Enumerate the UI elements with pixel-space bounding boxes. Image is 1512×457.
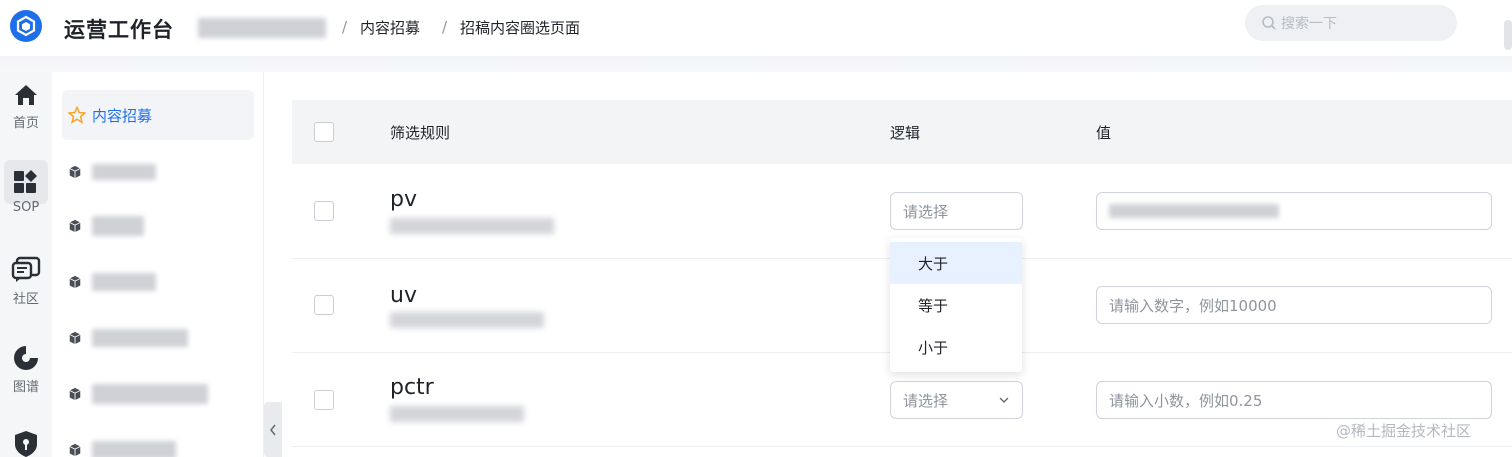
logic-select[interactable]: 请选择 (890, 192, 1023, 230)
home-icon (15, 85, 37, 105)
breadcrumb-separator: / (442, 18, 448, 36)
dropdown-option-equal[interactable]: 等于 (890, 284, 1022, 326)
dropdown-option-less-than[interactable]: 小于 (890, 326, 1022, 368)
cube-icon (69, 387, 81, 401)
breadcrumb-redacted (198, 18, 326, 38)
row-checkbox[interactable] (314, 390, 334, 410)
chevron-down-icon (999, 397, 1009, 403)
sidebar-item-redacted (92, 164, 156, 180)
value-input-redacted (1109, 204, 1279, 218)
sidebar-item-redacted (92, 441, 176, 457)
column-header-logic: 逻辑 (890, 124, 921, 142)
row-checkbox[interactable] (314, 201, 334, 221)
rail-label-sop: SOP (12, 200, 40, 215)
row-divider (292, 446, 1512, 447)
sidebar-item-label: 内容招募 (92, 106, 153, 125)
sidebar-item-redacted (92, 384, 208, 404)
row-checkbox[interactable] (314, 295, 334, 315)
logic-select-placeholder: 请选择 (903, 391, 949, 410)
rail-item-sop[interactable]: SOP (0, 168, 52, 215)
search-placeholder: 搜索一下 (1281, 16, 1337, 32)
breadcrumb-separator: / (342, 18, 348, 36)
rail-item-graph[interactable]: 图谱 (0, 344, 52, 395)
sidebar-collapse-button[interactable] (264, 402, 282, 457)
cube-icon (69, 219, 81, 233)
sidebar-item[interactable] (68, 438, 176, 457)
shield-icon (15, 431, 37, 457)
sop-widgets-icon (14, 170, 37, 193)
dropdown-option-greater-than[interactable]: 大于 (890, 242, 1022, 284)
cube-icon (69, 275, 81, 289)
rail-item-security[interactable] (0, 430, 52, 457)
rule-name: pctr (390, 375, 434, 400)
logic-select[interactable]: 请选择 (890, 381, 1023, 419)
dropdown-option-label: 等于 (918, 296, 949, 315)
rail-label-home: 首页 (12, 116, 39, 131)
sidebar-item-content-recruit[interactable]: 内容招募 (68, 103, 152, 127)
breadcrumb-item-current-page: 招稿内容圈选页面 (460, 19, 581, 37)
sidebar-item-redacted (92, 273, 156, 291)
dropdown-option-label: 小于 (918, 338, 949, 357)
search-input[interactable]: 搜索一下 (1245, 5, 1457, 41)
sidebar-item[interactable] (68, 270, 156, 294)
breadcrumb-item-content-recruit[interactable]: 内容招募 (360, 17, 420, 38)
rule-description-redacted (390, 218, 554, 234)
sidebar-item-redacted (92, 216, 144, 236)
rail-label-graph: 图谱 (12, 380, 39, 395)
rail-item-community[interactable]: 社区 (0, 256, 52, 307)
sidebar-item-redacted (92, 329, 188, 347)
sidebar-item[interactable] (68, 160, 156, 184)
header-divider (0, 56, 1512, 72)
cube-icon (69, 443, 81, 457)
sidebar-item[interactable] (68, 214, 144, 238)
logic-dropdown-menu: 大于 等于 小于 (890, 238, 1022, 372)
community-chat-icon (11, 256, 41, 282)
chevron-left-icon (270, 424, 276, 435)
graph-icon (14, 346, 38, 370)
app-title: 运营工作台 (64, 18, 174, 42)
dropdown-option-label: 大于 (918, 254, 949, 273)
value-input[interactable]: 请输入小数，例如0.25 (1096, 381, 1492, 419)
column-header-value: 值 (1096, 124, 1112, 142)
cube-icon (69, 165, 81, 179)
value-input-placeholder: 请输入小数，例如0.25 (1109, 391, 1263, 410)
search-icon (1262, 16, 1276, 30)
value-input-placeholder: 请输入数字，例如10000 (1109, 296, 1277, 315)
logic-select-placeholder: 请选择 (903, 202, 949, 221)
page-scrollbar[interactable] (1504, 20, 1512, 50)
rule-name: uv (390, 283, 417, 308)
cube-icon (69, 331, 81, 345)
select-all-checkbox[interactable] (314, 122, 334, 142)
value-input[interactable]: 请输入数字，例如10000 (1096, 286, 1492, 324)
rule-description-redacted (390, 312, 544, 328)
watermark: @稀土掘金技术社区 (1336, 422, 1472, 440)
value-input[interactable] (1096, 192, 1492, 230)
star-icon (68, 106, 86, 124)
column-header-rule: 筛选规则 (390, 124, 451, 142)
top-header: 运营工作台 / 内容招募 / 招稿内容圈选页面 搜索一下 (0, 0, 1512, 56)
app-logo-icon[interactable] (10, 10, 42, 42)
rule-name: pv (390, 187, 417, 212)
rail-label-community: 社区 (12, 292, 39, 307)
sidebar-item[interactable] (68, 326, 188, 350)
sidebar-item[interactable] (68, 382, 208, 406)
rail-item-home[interactable]: 首页 (0, 82, 52, 131)
rule-description-redacted (390, 406, 524, 422)
